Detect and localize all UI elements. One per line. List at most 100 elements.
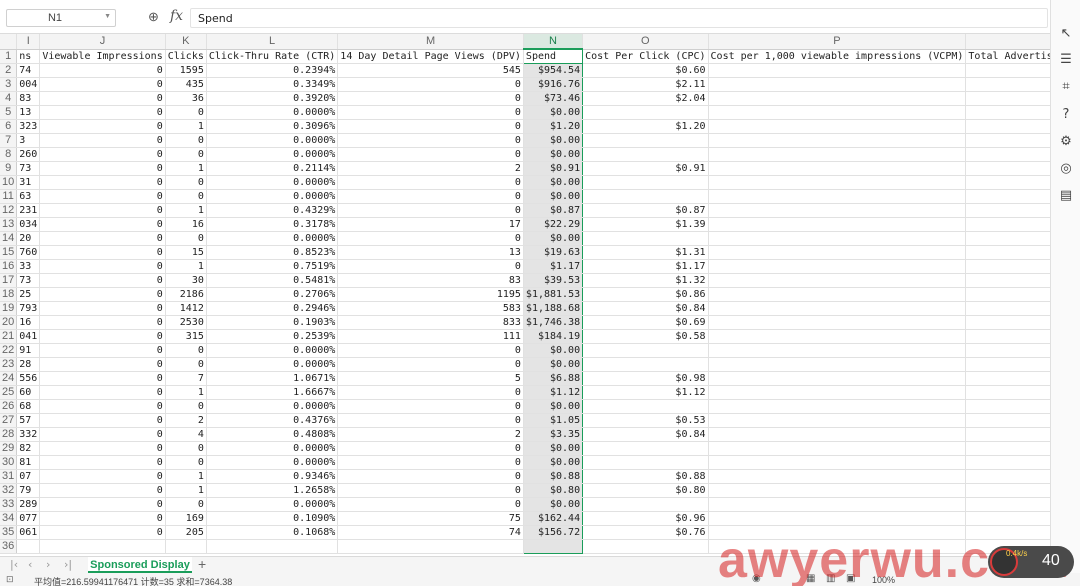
table-cell[interactable]: 0.3349% bbox=[206, 77, 339, 92]
table-cell[interactable]: 25 bbox=[16, 287, 41, 302]
table-cell[interactable]: $0.88 bbox=[582, 469, 709, 484]
macro-icon[interactable]: ⊡ bbox=[6, 574, 14, 585]
table-cell[interactable]: $0.00 bbox=[522, 231, 584, 246]
table-cell[interactable] bbox=[965, 483, 1050, 498]
table-cell[interactable]: $184.19 bbox=[522, 329, 584, 344]
table-cell[interactable]: $2.04 bbox=[582, 91, 709, 106]
table-cell[interactable] bbox=[39, 539, 166, 554]
table-cell[interactable]: 2530 bbox=[165, 315, 207, 330]
table-cell[interactable]: 111 bbox=[337, 329, 524, 344]
table-cell[interactable]: 2 bbox=[165, 413, 207, 428]
table-cell[interactable] bbox=[965, 231, 1050, 246]
table-cell[interactable]: 0 bbox=[39, 217, 166, 232]
table-cell[interactable]: $22.29 bbox=[522, 217, 584, 232]
table-cell[interactable]: 74 bbox=[337, 525, 524, 540]
table-cell[interactable]: 0.0000% bbox=[206, 343, 339, 358]
table-cell[interactable] bbox=[708, 301, 967, 316]
table-cell[interactable]: 1412 bbox=[165, 301, 207, 316]
table-cell[interactable]: 0 bbox=[39, 203, 166, 218]
add-sheet-button[interactable]: + bbox=[198, 556, 206, 572]
table-cell[interactable]: 0 bbox=[39, 245, 166, 260]
row-number[interactable]: 32 bbox=[0, 483, 18, 498]
table-cell[interactable]: 231 bbox=[16, 203, 41, 218]
table-cell[interactable] bbox=[708, 329, 967, 344]
table-cell[interactable]: 1 bbox=[165, 469, 207, 484]
table-cell[interactable] bbox=[965, 343, 1050, 358]
table-cell[interactable]: $1.20 bbox=[582, 119, 709, 134]
table-cell[interactable]: 0 bbox=[39, 231, 166, 246]
table-cell[interactable] bbox=[965, 511, 1050, 526]
table-cell[interactable]: 2 bbox=[337, 161, 524, 176]
formula-input[interactable]: Spend bbox=[190, 8, 1048, 28]
table-cell[interactable]: 0.0000% bbox=[206, 399, 339, 414]
table-cell[interactable] bbox=[965, 147, 1050, 162]
table-cell[interactable]: 0 bbox=[337, 441, 524, 456]
table-cell[interactable]: 0.1090% bbox=[206, 511, 339, 526]
prev-sheet-icon[interactable]: ‹ bbox=[28, 558, 32, 571]
location-icon[interactable]: ◎ bbox=[1051, 161, 1080, 176]
table-cell[interactable]: 041 bbox=[16, 329, 41, 344]
table-cell[interactable]: $156.72 bbox=[522, 525, 584, 540]
table-cell[interactable] bbox=[708, 259, 967, 274]
table-cell[interactable]: 0.0000% bbox=[206, 147, 339, 162]
table-cell[interactable]: 0 bbox=[39, 413, 166, 428]
table-cell[interactable]: 0 bbox=[337, 91, 524, 106]
next-sheet-icon[interactable]: › bbox=[46, 558, 50, 571]
table-cell[interactable]: 82 bbox=[16, 441, 41, 456]
table-cell[interactable] bbox=[965, 399, 1050, 414]
table-cell[interactable] bbox=[965, 315, 1050, 330]
table-cell[interactable]: 13 bbox=[337, 245, 524, 260]
table-cell[interactable]: 0.0000% bbox=[206, 105, 339, 120]
table-cell[interactable]: 0 bbox=[39, 273, 166, 288]
table-cell[interactable] bbox=[708, 469, 967, 484]
table-cell[interactable]: 4 bbox=[165, 427, 207, 442]
table-cell[interactable]: 0.4808% bbox=[206, 427, 339, 442]
table-cell[interactable] bbox=[708, 203, 967, 218]
table-cell[interactable] bbox=[708, 385, 967, 400]
table-cell[interactable] bbox=[708, 497, 967, 512]
column-header-P[interactable]: P bbox=[708, 34, 967, 50]
table-cell[interactable]: $0.80 bbox=[582, 483, 709, 498]
table-cell[interactable] bbox=[965, 357, 1050, 372]
table-cell[interactable] bbox=[965, 441, 1050, 456]
table-cell[interactable]: $0.87 bbox=[582, 203, 709, 218]
table-cell[interactable] bbox=[965, 469, 1050, 484]
table-cell[interactable] bbox=[582, 105, 709, 120]
table-cell[interactable]: $0.87 bbox=[522, 203, 584, 218]
table-cell[interactable] bbox=[965, 385, 1050, 400]
table-cell[interactable]: 0 bbox=[337, 189, 524, 204]
table-cell[interactable]: 17 bbox=[337, 217, 524, 232]
table-cell[interactable] bbox=[965, 245, 1050, 260]
table-cell[interactable]: 0 bbox=[39, 525, 166, 540]
table-cell[interactable]: $0.86 bbox=[582, 287, 709, 302]
table-cell[interactable] bbox=[582, 133, 709, 148]
table-cell[interactable]: 139.579 bbox=[965, 287, 1050, 302]
table-cell[interactable]: 1.2658% bbox=[206, 483, 339, 498]
table-cell[interactable]: 0 bbox=[39, 469, 166, 484]
header-cell[interactable]: Cost per 1,000 viewable impressions (VCP… bbox=[708, 49, 967, 64]
name-box[interactable]: N1 ▼ bbox=[6, 9, 116, 27]
table-cell[interactable]: 0 bbox=[39, 63, 166, 78]
table-cell[interactable]: 27.134 bbox=[965, 301, 1050, 316]
table-cell[interactable] bbox=[965, 161, 1050, 176]
table-cell[interactable]: 1 bbox=[165, 161, 207, 176]
table-cell[interactable]: 0 bbox=[337, 455, 524, 470]
table-cell[interactable]: 0 bbox=[39, 189, 166, 204]
table-cell[interactable] bbox=[965, 105, 1050, 120]
table-cell[interactable]: 68 bbox=[16, 399, 41, 414]
row-number[interactable]: 3 bbox=[0, 77, 18, 92]
table-cell[interactable] bbox=[965, 133, 1050, 148]
table-cell[interactable]: 36 bbox=[165, 91, 207, 106]
table-cell[interactable]: 0.3096% bbox=[206, 119, 339, 134]
function-icon[interactable]: fx bbox=[170, 8, 183, 24]
table-cell[interactable]: $1.17 bbox=[522, 259, 584, 274]
table-cell[interactable] bbox=[708, 343, 967, 358]
table-cell[interactable] bbox=[965, 371, 1050, 386]
table-cell[interactable]: 20 bbox=[16, 231, 41, 246]
table-cell[interactable]: $916.76 bbox=[522, 77, 584, 92]
row-number[interactable]: 31 bbox=[0, 469, 18, 484]
table-cell[interactable]: 0 bbox=[165, 189, 207, 204]
table-cell[interactable]: $0.00 bbox=[522, 175, 584, 190]
table-cell[interactable]: 7 bbox=[165, 371, 207, 386]
table-cell[interactable] bbox=[582, 455, 709, 470]
